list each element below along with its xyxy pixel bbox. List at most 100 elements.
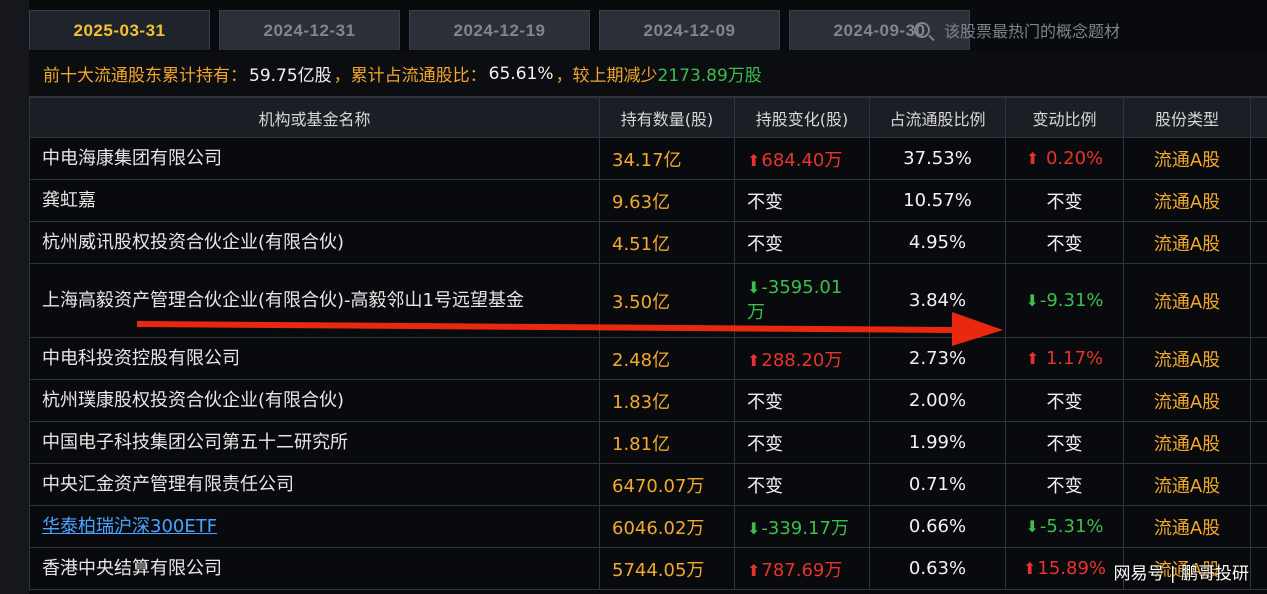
holder-var: 不变 (1005, 421, 1124, 464)
arrow-up-icon (747, 150, 761, 171)
arrow-down-icon (1025, 290, 1039, 311)
holder-var: 1.17% (1005, 337, 1124, 380)
col-header-change[interactable]: 持股变化(股) (734, 97, 870, 138)
col-header-qty[interactable]: 持有数量(股) (599, 97, 735, 138)
holder-qty: 6470.07万 (599, 463, 735, 506)
holder-name: 杭州璞康股权投资合伙企业(有限合伙) (29, 379, 600, 422)
holder-change: 不变 (734, 179, 870, 222)
holder-var: 不变 (1005, 179, 1124, 222)
holder-name-link[interactable]: 华泰柏瑞沪深300ETF (29, 505, 600, 548)
arrow-down-icon (747, 518, 761, 539)
var-value: 15.89% (1037, 558, 1107, 579)
arrow-up-icon (1023, 558, 1037, 579)
shareholder-panel: 2025-03-31 2024-12-31 2024-12-19 2024-12… (29, 0, 1267, 594)
table-row: 杭州威讯股权投资合伙企业(有限合伙) 4.51亿 不变 4.95% 不变 流通A… (29, 221, 1267, 264)
holder-var: -5.31% (1005, 505, 1124, 548)
blank-cell (1250, 421, 1267, 464)
holder-ratio: 0.71% (869, 463, 1006, 506)
blank-cell (1250, 463, 1267, 506)
arrow-down-icon (747, 277, 761, 298)
col-header-name[interactable]: 机构或基金名称 (29, 97, 600, 138)
holder-type: 流通A股 (1123, 179, 1251, 222)
holder-ratio: 4.95% (869, 221, 1006, 264)
holder-name: 中电海康集团有限公司 (29, 137, 600, 180)
blank-cell (1250, 505, 1267, 548)
summary-total: 59.75亿股 (249, 66, 332, 86)
holder-name: 中国电子科技集团公司第五十二研究所 (29, 421, 600, 464)
holder-qty: 9.63亿 (599, 179, 735, 222)
col-header-var[interactable]: 变动比例 (1005, 97, 1124, 138)
holder-qty: 34.17亿 (599, 137, 735, 180)
table-header-row: 机构或基金名称 持有数量(股) 持股变化(股) 占流通股比例 变动比例 股份类型 (29, 97, 1267, 138)
holder-var: -9.31% (1005, 263, 1124, 338)
holder-type: 流通A股 (1123, 221, 1251, 264)
holder-name: 中央汇金资产管理有限责任公司 (29, 463, 600, 506)
arrow-up-icon (1026, 348, 1040, 369)
holder-change: 不变 (734, 379, 870, 422)
var-value: 1.17% (1045, 348, 1104, 369)
holder-type: 流通A股 (1123, 379, 1251, 422)
var-value: -9.31% (1039, 290, 1104, 311)
arrow-up-icon (747, 350, 761, 371)
summary-pct: 65.61% (488, 63, 554, 84)
table-row: 香港中央结算有限公司 5744.05万 787.69万 0.63% 15.89%… (29, 547, 1267, 590)
change-value: 288.20万 (761, 349, 843, 371)
search-box[interactable]: 该股票最热门的概念题材 (906, 10, 1267, 50)
change-value: 787.69万 (761, 559, 843, 581)
col-header-type[interactable]: 股份类型 (1123, 97, 1251, 138)
holdings-summary: 前十大流通股东累计持有： 59.75亿股 ，累计占流通股比： 65.61% ，较… (29, 51, 1267, 97)
holder-qty: 5744.05万 (599, 547, 735, 590)
holder-type: 流通A股 (1123, 505, 1251, 548)
tab-2024-12-31[interactable]: 2024-12-31 (219, 10, 400, 50)
blank-cell (1250, 547, 1267, 590)
arrow-up-icon (1026, 148, 1040, 169)
col-header-ratio[interactable]: 占流通股比例 (869, 97, 1006, 138)
blank-cell (1250, 263, 1267, 338)
search-icon (914, 22, 930, 38)
holder-change: 787.69万 (734, 547, 870, 590)
holder-name: 杭州威讯股权投资合伙企业(有限合伙) (29, 221, 600, 264)
blank-cell (1250, 379, 1267, 422)
holder-var: 不变 (1005, 221, 1124, 264)
summary-mid: ，累计占流通股比： (333, 66, 487, 86)
tab-2025-03-31[interactable]: 2025-03-31 (29, 10, 210, 50)
holder-type: 流通A股 (1123, 137, 1251, 180)
blank-cell (1250, 221, 1267, 264)
holder-type: 流通A股 (1123, 263, 1251, 338)
table-row: 中国电子科技集团公司第五十二研究所 1.81亿 不变 1.99% 不变 流通A股 (29, 421, 1267, 464)
change-value: 684.40万 (761, 149, 843, 171)
summary-reduce: 2173.89万股 (657, 66, 762, 86)
holder-type: 流通A股 (1123, 337, 1251, 380)
holder-qty: 1.83亿 (599, 379, 735, 422)
holder-change: 不变 (734, 221, 870, 264)
search-placeholder: 该股票最热门的概念题材 (944, 22, 1121, 41)
holder-ratio: 2.00% (869, 379, 1006, 422)
col-header-blank (1250, 97, 1267, 138)
holder-ratio: 0.66% (869, 505, 1006, 548)
holder-qty: 4.51亿 (599, 221, 735, 264)
holder-change: -339.17万 (734, 505, 870, 548)
holder-ratio: 1.99% (869, 421, 1006, 464)
red-arrow-annotation (137, 312, 1003, 346)
var-value: 0.20% (1045, 148, 1104, 169)
table-row: 中电海康集团有限公司 34.17亿 684.40万 37.53% 0.20% 流… (29, 137, 1267, 180)
holder-ratio: 10.57% (869, 179, 1006, 222)
holder-change: 不变 (734, 421, 870, 464)
arrow-up-icon (747, 560, 761, 581)
var-value: -5.31% (1039, 516, 1104, 537)
summary-prefix: 前十大流通股东累计持有： (43, 66, 247, 86)
blank-cell (1250, 179, 1267, 222)
holder-type: 流通A股 (1123, 463, 1251, 506)
holder-ratio: 0.63% (869, 547, 1006, 590)
summary-suffix: ，较上期减少 (555, 66, 658, 86)
table-row: 中央汇金资产管理有限责任公司 6470.07万 不变 0.71% 不变 流通A股 (29, 463, 1267, 506)
tab-2024-12-19[interactable]: 2024-12-19 (409, 10, 590, 50)
change-value: -339.17万 (761, 517, 849, 539)
tab-2024-12-09[interactable]: 2024-12-09 (599, 10, 780, 50)
blank-cell (1250, 137, 1267, 180)
arrow-down-icon (1025, 516, 1039, 537)
holder-name: 香港中央结算有限公司 (29, 547, 600, 590)
holder-var: 0.20% (1005, 137, 1124, 180)
holder-type: 流通A股 (1123, 421, 1251, 464)
holder-change: 不变 (734, 463, 870, 506)
